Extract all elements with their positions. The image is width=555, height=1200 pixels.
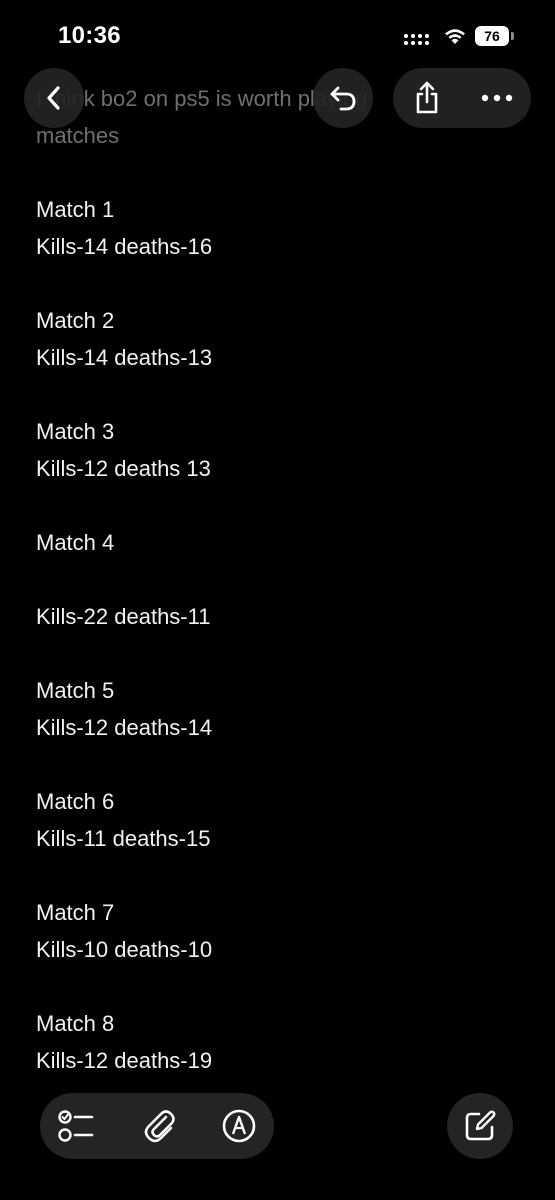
paperclip-icon [144, 1110, 175, 1143]
compose-button[interactable] [447, 1093, 513, 1159]
battery-indicator: 76 [475, 26, 509, 46]
match-stats: Kills-12 deaths-19 [36, 1048, 213, 1073]
match-stats: Kills-14 deaths-13 [36, 345, 213, 370]
match-stats: Kills-12 deaths-14 [36, 715, 213, 740]
match-stats: Kills-11 deaths-15 [36, 826, 211, 851]
undo-icon [330, 86, 356, 111]
wifi-icon [445, 29, 465, 44]
match-label: Match 7 [36, 900, 115, 925]
nav-action-group [393, 68, 531, 128]
share-icon [416, 81, 438, 114]
match-stats: Kills-12 deaths 13 [36, 456, 211, 481]
checklist-button[interactable] [58, 1107, 96, 1145]
status-time: 10:36 [58, 22, 121, 49]
cellular-signal-icon [404, 34, 434, 46]
checklist-icon [58, 1110, 94, 1142]
attach-button[interactable] [141, 1107, 179, 1145]
match-label: Match 3 [36, 419, 115, 444]
chevron-left-icon [47, 86, 60, 110]
match-stats: Kills-10 deaths-10 [36, 937, 213, 962]
match-label: Match 4 [36, 530, 115, 555]
share-button[interactable] [409, 80, 445, 116]
match-label: Match 6 [36, 789, 115, 814]
match-stats: Kills-22 deaths-11 [36, 604, 211, 629]
match-stats: Kills-14 deaths-16 [36, 234, 213, 259]
markup-pen-icon [222, 1109, 256, 1143]
more-icon [481, 94, 513, 102]
bottom-toolbar [40, 1093, 274, 1159]
status-bar: 10:36 76 [0, 0, 555, 70]
match-label: Match 1 [36, 197, 115, 222]
battery-nub [511, 32, 514, 40]
undo-button[interactable] [313, 68, 373, 128]
note-content[interactable]: I think bo2 on ps5 is worth playing matc… [36, 80, 536, 1079]
more-button[interactable] [479, 80, 515, 116]
compose-icon [465, 1110, 496, 1141]
match-label: Match 5 [36, 678, 115, 703]
markup-button[interactable] [220, 1107, 258, 1145]
match-label: Match 2 [36, 308, 115, 333]
match-label: Match 8 [36, 1011, 115, 1036]
back-button[interactable] [24, 68, 84, 128]
